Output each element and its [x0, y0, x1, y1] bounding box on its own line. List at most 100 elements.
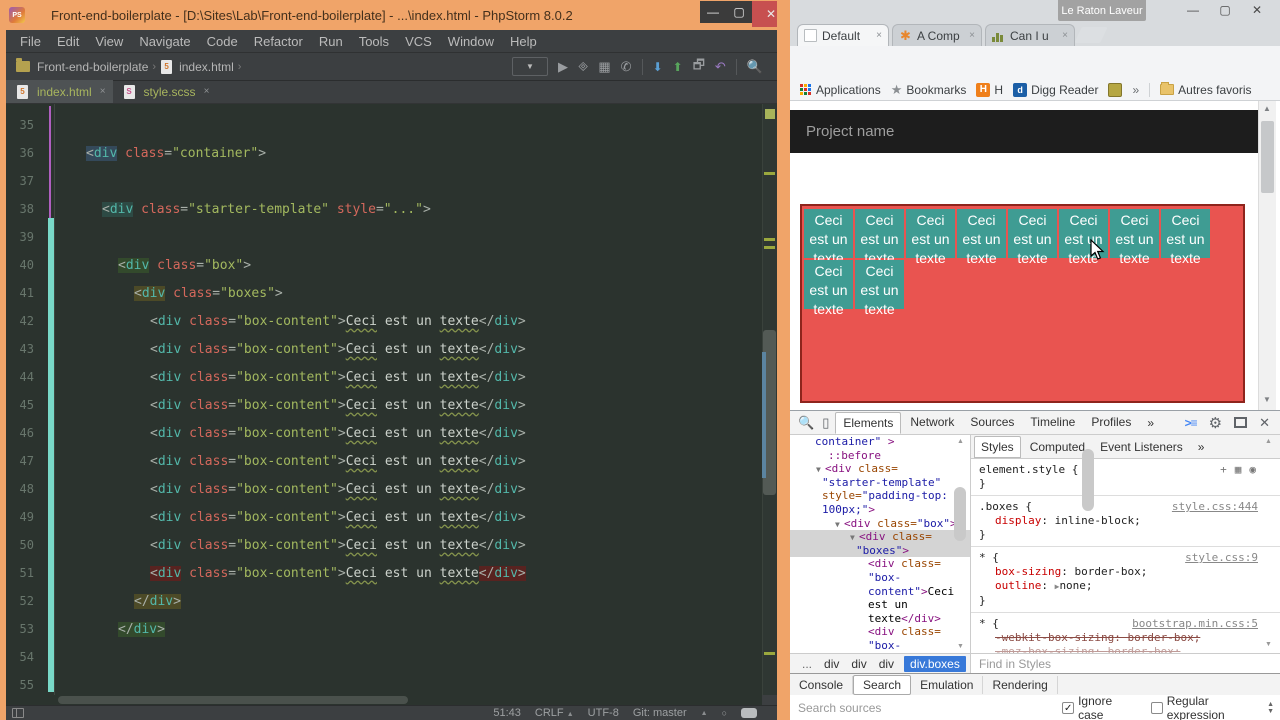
dom-tree-row[interactable]: "box- — [790, 571, 970, 585]
css-rule[interactable]: * {style.css:9box-sizing: border-box;out… — [971, 547, 1280, 613]
vcs-change-marker[interactable] — [48, 218, 54, 692]
close-tab-icon[interactable]: × — [100, 86, 106, 97]
dom-scrollbar-thumb[interactable] — [954, 487, 966, 541]
css-property[interactable]: display: inline-block; — [979, 514, 1280, 528]
undo-icon[interactable]: ↶ — [715, 59, 726, 75]
sidebar-tabs-more[interactable]: » — [1192, 437, 1211, 457]
code-line[interactable]: 46<div class="box-content">Ceci est un t… — [6, 419, 762, 447]
run-icon[interactable]: ▶ — [558, 59, 568, 75]
code-line[interactable]: 48<div class="box-content">Ceci est un t… — [6, 475, 762, 503]
drawer-tab-rendering[interactable]: Rendering — [983, 676, 1057, 694]
debug-icon[interactable]: 🞜 — [578, 59, 588, 75]
bookmark-applications[interactable]: Applications — [800, 83, 881, 97]
bookmarks-overflow-chevron[interactable]: » — [1132, 83, 1139, 97]
dom-breadcrumb-div-boxes[interactable]: div.boxes — [904, 656, 966, 672]
content-box[interactable]: Ceci est un texte — [1161, 209, 1210, 258]
code-line[interactable]: 51<div class="box-content">Ceci est un t… — [6, 559, 762, 587]
dom-tree-row[interactable]: ▼<div class= — [790, 462, 970, 476]
menu-item-help[interactable]: Help — [502, 34, 545, 49]
bookmark-bookmarks[interactable]: ★Bookmarks — [891, 82, 967, 98]
css-property[interactable]: outline: ▶none; — [979, 579, 1280, 594]
menu-item-view[interactable]: View — [87, 34, 131, 49]
browser-tab-a-comp[interactable]: ✱A Comp× — [892, 24, 982, 46]
dom-tree-row[interactable]: style="padding-top: — [790, 489, 970, 503]
css-property[interactable]: -webkit-box-sizing: border-box; — [979, 631, 1280, 645]
menu-item-navigate[interactable]: Navigate — [131, 34, 198, 49]
sidebar-tab-styles[interactable]: Styles — [974, 436, 1021, 458]
changes-icon[interactable]: 🗗 — [693, 56, 705, 78]
dom-tree-row[interactable]: "box- — [790, 639, 970, 653]
lock-icon[interactable]: ○ — [722, 708, 727, 718]
browser-tab-can-i-u[interactable]: Can I u× — [985, 24, 1075, 46]
editor-tab-style.scss[interactable]: Sstyle.scss× — [113, 80, 217, 103]
search-everywhere-icon[interactable]: 🔍 — [747, 59, 763, 75]
stylesheet-link[interactable]: bootstrap.min.css:5 — [1132, 617, 1258, 631]
devtools-tab-timeline[interactable]: Timeline — [1023, 412, 1082, 434]
drawer-tab-emulation[interactable]: Emulation — [911, 676, 983, 694]
close-tab-icon[interactable]: × — [1062, 30, 1068, 41]
close-button[interactable]: ✕ — [1242, 0, 1272, 20]
find-in-styles-input[interactable] — [970, 653, 1280, 673]
menu-item-file[interactable]: File — [12, 34, 49, 49]
menu-item-edit[interactable]: Edit — [49, 34, 87, 49]
content-box[interactable]: Ceci est un texte — [1110, 209, 1159, 258]
scroll-up-icon[interactable]: ▲ — [1263, 104, 1271, 113]
dom-tree-row[interactable]: texte</div> — [790, 612, 970, 626]
inspection-status-icon[interactable] — [765, 109, 775, 119]
vcs-commit-icon[interactable]: ⬆ — [673, 60, 683, 74]
content-box[interactable]: Ceci est un texte — [855, 260, 904, 309]
menu-item-window[interactable]: Window — [440, 34, 502, 49]
caret-position[interactable]: 51:43 — [493, 707, 521, 719]
css-rule[interactable]: .boxes {style.css:444display: inline-blo… — [971, 496, 1280, 547]
dom-breadcrumb----[interactable]: ... — [802, 657, 812, 671]
code-line[interactable]: 37 — [6, 167, 762, 195]
css-rule[interactable]: element.style {+▦◉} — [971, 459, 1280, 496]
other-bookmarks[interactable]: Autres favoris — [1160, 83, 1251, 97]
devtools-tab-elements[interactable]: Elements — [835, 412, 901, 434]
drawer-toggle-icon[interactable]: >≡ — [1185, 416, 1197, 430]
content-box[interactable]: Ceci est un texte — [1008, 209, 1057, 258]
code-line[interactable]: 36<div class="container"> — [6, 139, 762, 167]
content-box[interactable]: Ceci est un texte — [906, 209, 955, 258]
stylesheet-link[interactable]: style.css:9 — [1185, 551, 1258, 565]
breadcrumb-project[interactable]: Front-end-boilerplate — [37, 60, 148, 74]
run-configuration-dropdown[interactable]: ▼ — [512, 57, 548, 76]
device-mode-icon[interactable]: ▯ — [822, 415, 829, 431]
drawer-tab-console[interactable]: Console — [790, 676, 853, 694]
hscrollbar-thumb[interactable] — [58, 696, 408, 704]
profiler-icon[interactable]: ✆ — [621, 59, 632, 75]
code-line[interactable]: 42<div class="box-content">Ceci est un t… — [6, 307, 762, 335]
breadcrumb-file[interactable]: index.html — [179, 60, 234, 74]
code-line[interactable]: 35 — [6, 111, 762, 139]
spinner-arrows[interactable]: ▲▼ — [1267, 701, 1280, 715]
css-property[interactable]: -moz-box-sizing: border-box; — [979, 645, 1280, 653]
dom-tree-row[interactable]: "starter-template" — [790, 476, 970, 490]
new-rule-icon[interactable]: + — [1220, 463, 1227, 477]
css-property[interactable]: box-sizing: border-box; — [979, 565, 1280, 579]
dom-tree-row[interactable]: est un — [790, 598, 970, 612]
dom-tree-row[interactable]: content">Ceci — [790, 585, 970, 599]
page-scrollbar[interactable]: ▲ ▼ — [1258, 101, 1276, 410]
bookmark-digg-reader[interactable]: dDigg Reader — [1013, 83, 1098, 97]
code-line[interactable]: 40<div class="box"> — [6, 251, 762, 279]
devtools-tabs-more[interactable]: » — [1140, 413, 1161, 433]
dom-breadcrumb-div[interactable]: div — [851, 657, 866, 671]
scroll-up-icon[interactable]: ▲ — [957, 438, 964, 445]
bookmark-cube[interactable] — [1108, 83, 1122, 97]
styles-scrollbar-thumb[interactable] — [1082, 449, 1094, 511]
code-line[interactable]: 50<div class="box-content">Ceci est un t… — [6, 531, 762, 559]
warning-stripe-mark[interactable] — [764, 172, 775, 175]
minimize-button[interactable]: — — [700, 1, 726, 23]
scroll-down-icon[interactable]: ▼ — [1265, 641, 1272, 648]
page-scrollbar-thumb[interactable] — [1261, 121, 1274, 193]
code-line[interactable]: 38<div class="starter-template" style=".… — [6, 195, 762, 223]
code-line[interactable]: 53</div> — [6, 615, 762, 643]
menu-item-run[interactable]: Run — [311, 34, 351, 49]
search-sources-input[interactable] — [790, 696, 1050, 720]
code-line[interactable]: 54 — [6, 643, 762, 671]
dom-tree-row[interactable]: ▼<div class= — [790, 530, 970, 544]
code-line[interactable]: 49<div class="box-content">Ceci est un t… — [6, 503, 762, 531]
maximize-button[interactable]: ▢ — [1210, 0, 1240, 20]
code-line[interactable]: 39 — [6, 223, 762, 251]
dom-tree-row[interactable]: ::before — [790, 449, 970, 463]
